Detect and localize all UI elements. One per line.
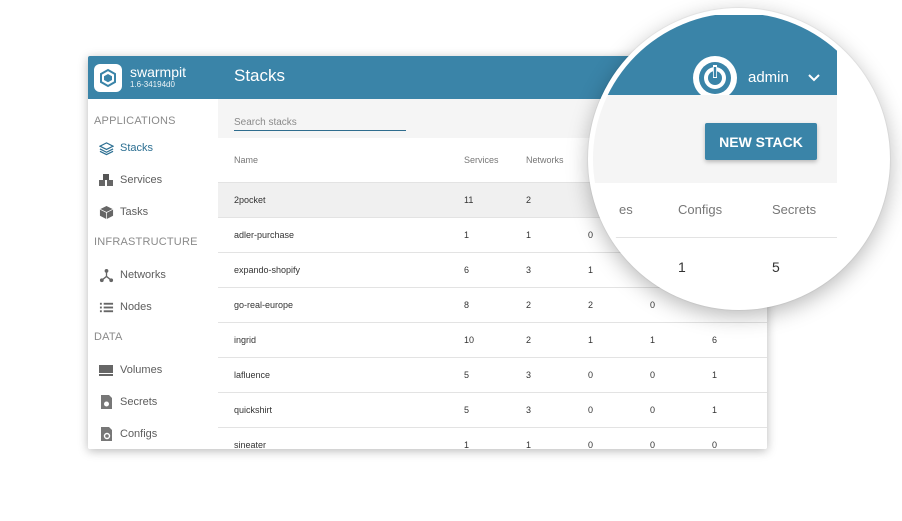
networks-icon (98, 267, 114, 283)
swarmpit-logo-icon (94, 63, 122, 92)
app-name: swarmpit (130, 64, 187, 80)
nodes-icon (98, 299, 114, 315)
cell-name: ingrid (218, 322, 464, 358)
cell-networks: 1 (526, 217, 588, 253)
column-header-secrets[interactable]: Secrets (772, 202, 816, 217)
cell-name: lafluence (218, 357, 464, 393)
cell-services: 5 (464, 357, 526, 393)
app-version: 1.6-34194d0 (130, 80, 175, 89)
sidebar-item-nodes[interactable]: Nodes (88, 291, 218, 323)
table-row[interactable]: quickshirt 5 3 0 0 1 (218, 392, 767, 428)
sidebar-item-stacks[interactable]: Stacks (88, 132, 218, 164)
cell-networks: 3 (526, 357, 588, 393)
cell: 1 (588, 322, 650, 358)
services-icon (98, 172, 114, 188)
cell-services: 6 (464, 252, 526, 288)
page-title: Stacks (234, 66, 286, 85)
volumes-icon (98, 362, 114, 378)
section-applications: APPLICATIONS (94, 115, 176, 127)
sidebar-item-secrets[interactable]: Secrets (88, 386, 218, 418)
sidebar-item-services[interactable]: Services (88, 164, 218, 196)
cell-services: 1 (464, 427, 526, 449)
column-header-configs[interactable]: Configs (678, 202, 722, 217)
cell: 6 (712, 322, 767, 358)
sidebar-item-label: Configs (120, 428, 158, 440)
zoom-magnifier: admin NEW STACK es Configs Secrets 1 5 (588, 8, 890, 310)
sidebar-item-networks[interactable]: Networks (88, 259, 218, 291)
cell-name: adler-purchase (218, 217, 464, 253)
cell-networks: 1 (526, 427, 588, 449)
cell-services: 11 (464, 182, 526, 218)
cell-services: 5 (464, 392, 526, 428)
cell-name: quickshirt (218, 392, 464, 428)
sidebar-item-label: Tasks (120, 206, 149, 218)
cell-name: go-real-europe (218, 287, 464, 323)
cell-configs: 1 (678, 259, 686, 275)
cell: 0 (588, 357, 650, 393)
cell-services: 10 (464, 322, 526, 358)
sidebar-item-volumes[interactable]: Volumes (88, 354, 218, 386)
sidebar: swarmpit 1.6-34194d0 APPLICATIONS Stacks… (88, 56, 219, 449)
column-header-networks[interactable]: Networks (526, 138, 588, 183)
cell: 1 (650, 322, 712, 358)
cell-networks: 3 (526, 252, 588, 288)
cell-name: expando-shopify (218, 252, 464, 288)
cell-secrets: 5 (772, 259, 780, 275)
brand[interactable]: swarmpit 1.6-34194d0 (88, 56, 218, 99)
cell-name: sineater (218, 427, 464, 449)
cell: 0 (650, 427, 712, 449)
sidebar-item-label: Networks (120, 269, 166, 281)
tasks-icon (98, 204, 114, 220)
search-input[interactable] (234, 115, 406, 131)
column-header-services[interactable]: Services (464, 138, 526, 183)
sidebar-item-label: Nodes (120, 301, 152, 313)
new-stack-button[interactable]: NEW STACK (705, 123, 817, 160)
table-row[interactable]: sineater 1 1 0 0 0 (218, 427, 767, 449)
cell-networks: 2 (526, 182, 588, 218)
cell: 0 (650, 392, 712, 428)
secrets-icon (98, 394, 114, 410)
cell: 0 (712, 427, 767, 449)
cell: 0 (588, 427, 650, 449)
cell-networks: 3 (526, 392, 588, 428)
column-header-partial: es (619, 202, 633, 217)
cell: 1 (712, 357, 767, 393)
table-row[interactable]: ingrid 10 2 1 1 6 (218, 322, 767, 358)
cell: 0 (588, 392, 650, 428)
cell-networks: 2 (526, 322, 588, 358)
sidebar-item-configs[interactable]: Configs (88, 418, 218, 449)
cell-services: 8 (464, 287, 526, 323)
sidebar-item-label: Volumes (120, 364, 163, 376)
sidebar-item-label: Services (120, 174, 163, 186)
sidebar-item-tasks[interactable]: Tasks (88, 196, 218, 228)
stacks-icon (98, 140, 114, 156)
sidebar-item-label: Secrets (120, 396, 158, 408)
section-data: DATA (94, 331, 123, 343)
cell-networks: 2 (526, 287, 588, 323)
sidebar-item-label: Stacks (120, 142, 154, 154)
configs-icon (98, 426, 114, 442)
chevron-down-icon[interactable] (806, 70, 822, 86)
cell: 0 (650, 357, 712, 393)
user-name[interactable]: admin (748, 69, 789, 86)
section-infrastructure: INFRASTRUCTURE (94, 236, 198, 248)
user-avatar-icon[interactable] (693, 56, 737, 100)
cell-name: 2pocket (218, 182, 464, 218)
cell: 1 (712, 392, 767, 428)
column-header-name[interactable]: Name (218, 138, 464, 183)
cell-services: 1 (464, 217, 526, 253)
table-row[interactable]: lafluence 5 3 0 0 1 (218, 357, 767, 393)
